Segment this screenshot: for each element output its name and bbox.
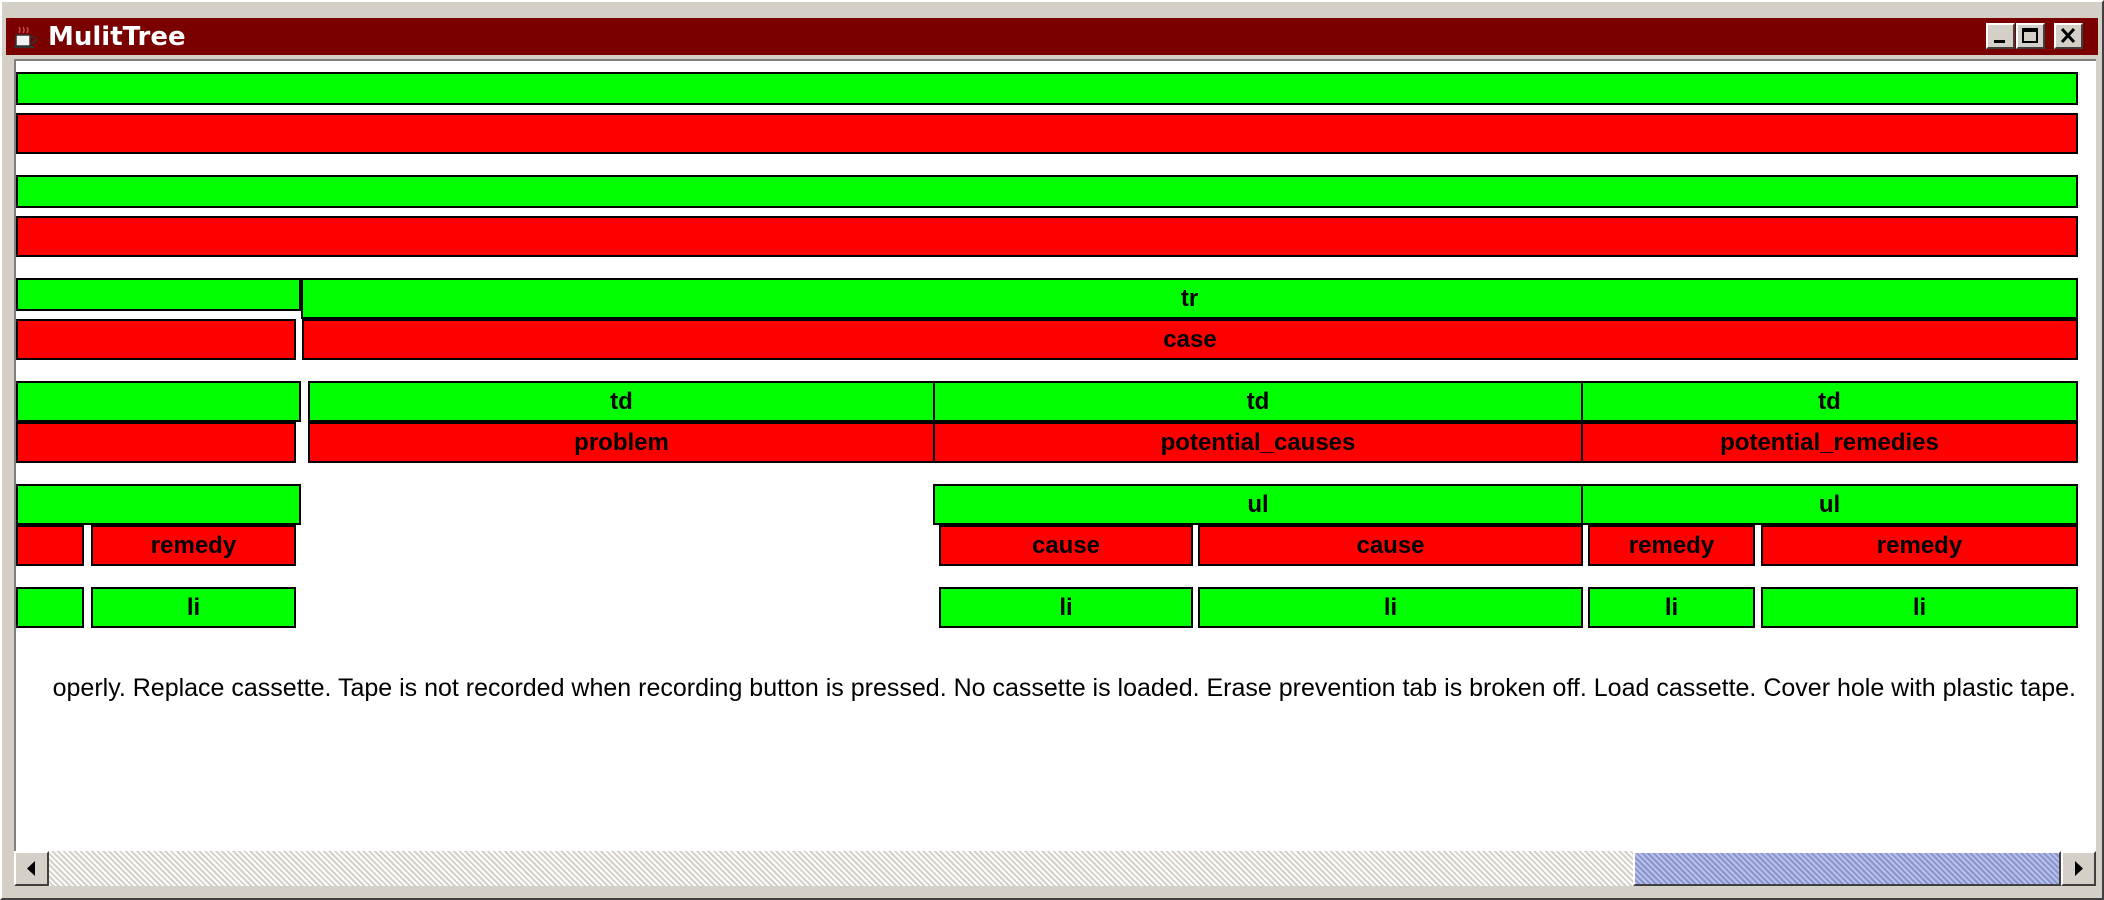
minimize-icon <box>1994 40 2005 43</box>
tree-node-semantic[interactable] <box>16 113 2078 154</box>
tree-node-li[interactable]: li <box>91 587 296 628</box>
horizontal-scrollbar[interactable] <box>14 851 2096 886</box>
node-label: td <box>610 387 633 415</box>
tree-node-remedy[interactable]: remedy <box>91 525 296 566</box>
node-label: ul <box>1818 490 1841 518</box>
tree-node-remedy[interactable]: remedy <box>1761 525 2078 566</box>
tree-node-semantic[interactable] <box>16 216 2078 257</box>
tree-node-element[interactable] <box>16 587 84 628</box>
close-icon <box>2060 27 2076 44</box>
maximize-button[interactable] <box>2016 23 2045 49</box>
node-label: li <box>1383 593 1398 621</box>
leaf-text-content: operly. Replace cassette. Tape is not re… <box>52 674 2076 702</box>
tree-node-cause[interactable]: cause <box>1198 525 1583 566</box>
node-label: case <box>1163 325 1217 353</box>
tree-node-element[interactable] <box>16 72 2078 105</box>
node-label: li <box>1059 593 1073 621</box>
node-label: potential_remedies <box>1720 428 1939 456</box>
scroll-left-button[interactable] <box>14 851 49 886</box>
tree-node-li[interactable]: li <box>1198 587 1583 628</box>
java-coffee-cup-icon <box>14 26 37 48</box>
scroll-right-button[interactable] <box>2061 851 2096 886</box>
node-label: cause <box>1031 531 1101 559</box>
close-button[interactable] <box>2054 23 2083 49</box>
scroll-track[interactable] <box>49 851 2061 886</box>
tree-node-semantic[interactable] <box>16 525 84 566</box>
tree-node-td[interactable]: td <box>933 381 1583 422</box>
tree-canvas[interactable]: tr case td td td problem potential_cause… <box>14 59 2096 851</box>
node-label: remedy <box>1876 531 1963 559</box>
tree-node-li[interactable]: li <box>1588 587 1755 628</box>
node-label: problem <box>574 428 669 456</box>
node-label: cause <box>1356 531 1425 559</box>
tree-node-potential-remedies[interactable]: potential_remedies <box>1581 422 2078 463</box>
minimize-button[interactable] <box>1986 23 2015 49</box>
application-window: MulitTree tr case td td td problem poten… <box>0 0 2104 900</box>
tree-node-tr[interactable]: tr <box>301 278 2078 319</box>
tree-node-remedy[interactable]: remedy <box>1588 525 1755 566</box>
node-label: potential_causes <box>1160 428 1356 456</box>
tree-node-element[interactable] <box>16 381 301 422</box>
tree-node-element[interactable] <box>16 484 301 525</box>
node-label: li <box>1912 593 1927 621</box>
node-label: ul <box>1247 490 1269 518</box>
left-arrow-icon <box>27 861 35 876</box>
tree-node-ul[interactable]: ul <box>1581 484 2078 525</box>
tree-node-li[interactable]: li <box>1761 587 2078 628</box>
node-label: li <box>1664 593 1679 621</box>
tree-node-potential-causes[interactable]: potential_causes <box>933 422 1583 463</box>
tree-node-ul[interactable]: ul <box>933 484 1583 525</box>
node-label: td <box>1246 387 1270 415</box>
node-label: td <box>1818 387 1841 415</box>
tree-node-td[interactable]: td <box>1581 381 2078 422</box>
tree-node-element[interactable] <box>16 278 301 311</box>
tree-node-cause[interactable]: cause <box>939 525 1193 566</box>
maximize-icon <box>2022 28 2038 43</box>
tree-node-semantic[interactable] <box>16 422 296 463</box>
node-label: li <box>186 593 201 621</box>
window-title: MulitTree <box>48 22 186 52</box>
title-bar[interactable]: MulitTree <box>6 18 2098 55</box>
node-label: remedy <box>150 531 237 559</box>
scroll-thumb[interactable] <box>1633 851 2061 886</box>
tree-node-li[interactable]: li <box>939 587 1193 628</box>
right-arrow-icon <box>2075 861 2083 876</box>
tree-node-case[interactable]: case <box>302 319 2078 360</box>
tree-node-td[interactable]: td <box>308 381 935 422</box>
node-label: remedy <box>1628 531 1715 559</box>
tree-node-element[interactable] <box>16 175 2078 208</box>
node-label: tr <box>1180 284 1199 312</box>
tree-node-problem[interactable]: problem <box>308 422 935 463</box>
tree-node-semantic[interactable] <box>16 319 296 360</box>
